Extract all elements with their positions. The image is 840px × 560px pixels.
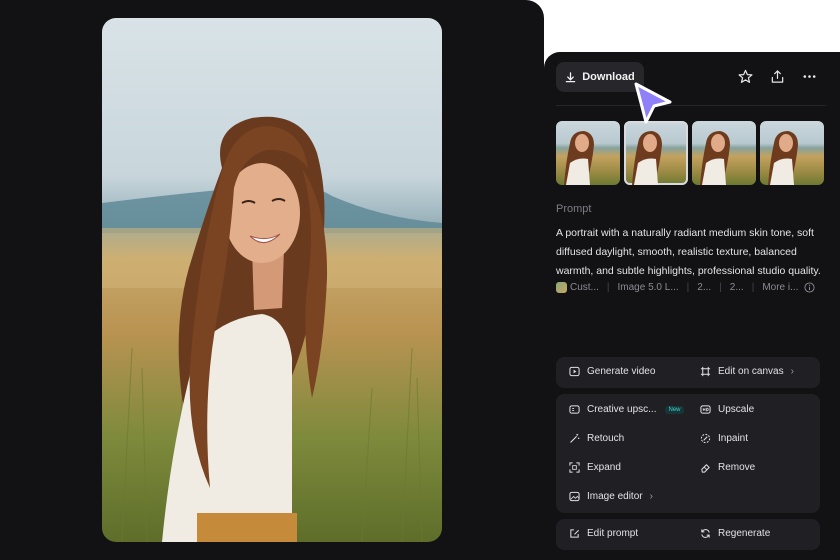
expand-button[interactable]: Expand	[569, 462, 621, 473]
image-editor-button[interactable]: Image editor ›	[569, 491, 653, 502]
new-badge: New	[665, 405, 684, 414]
share-button[interactable]	[768, 67, 786, 85]
edit-on-canvas-label: Edit on canvas	[718, 366, 784, 377]
portrait-illustration	[102, 116, 442, 542]
refresh-icon	[701, 529, 710, 538]
inpaint-icon	[700, 433, 711, 444]
more-button[interactable]	[800, 67, 818, 85]
creative-upscale-icon	[569, 405, 580, 414]
meta-separator: |	[751, 282, 755, 293]
chevron-right-icon: ›	[649, 491, 653, 502]
meta-model: Image 5.0 L...	[617, 282, 679, 293]
generated-image[interactable]	[102, 18, 442, 542]
more-icon	[803, 74, 815, 78]
retouch-label: Retouch	[587, 433, 625, 444]
regenerate-label: Regenerate	[718, 528, 771, 539]
regenerate-button[interactable]: Regenerate	[700, 528, 770, 539]
creative-upscale-label: Creative upsc...	[587, 404, 657, 415]
generate-video-button[interactable]: Generate video	[569, 366, 655, 377]
star-icon	[738, 69, 752, 83]
expand-label: Expand	[587, 462, 621, 473]
expand-icon	[569, 462, 580, 473]
edit-prompt-label: Edit prompt	[587, 528, 639, 539]
thumbnail-image	[564, 131, 594, 185]
thumbnail-2-selected[interactable]	[624, 121, 688, 185]
meta-resolution: 2...	[729, 282, 744, 293]
chevron-right-icon: ›	[790, 366, 794, 377]
image-editor-icon	[569, 491, 580, 502]
play-icon	[569, 366, 580, 377]
creative-upscale-button[interactable]: Creative upsc... New	[569, 404, 684, 415]
magic-wand-icon	[570, 433, 580, 443]
prompt-text: A portrait with a naturally radiant medi…	[556, 227, 821, 277]
action-group-edit: Creative upsc... New Upscale Retouch Inp…	[556, 394, 820, 513]
thumbnail-1[interactable]	[556, 121, 620, 185]
inpaint-label: Inpaint	[718, 433, 749, 444]
remove-label: Remove	[718, 462, 756, 473]
divider	[556, 105, 826, 106]
upscale-label: Upscale	[718, 404, 755, 415]
meta-more-info[interactable]: More i...	[762, 282, 798, 293]
meta-separator: |	[686, 282, 690, 293]
toolbar-icons	[736, 67, 818, 85]
action-group-prompt: Edit prompt Regenerate	[556, 519, 820, 550]
upscale-button[interactable]: Upscale	[700, 404, 754, 415]
thumbnail-3[interactable]	[692, 121, 756, 185]
thumbnail-image	[768, 131, 798, 185]
download-icon	[565, 71, 576, 82]
retouch-button[interactable]: Retouch	[569, 433, 624, 444]
meta-separator: |	[606, 282, 610, 293]
edit-prompt-icon	[570, 529, 579, 538]
image-editor-label: Image editor	[587, 491, 643, 502]
inpaint-button[interactable]: Inpaint	[700, 433, 748, 444]
prompt-label: Prompt	[556, 203, 592, 215]
style-thumbnail-icon	[556, 282, 567, 293]
share-icon	[771, 69, 783, 83]
favorite-button[interactable]	[736, 67, 754, 85]
meta-ratio: 2...	[697, 282, 712, 293]
pointer-cursor-icon	[634, 82, 672, 124]
meta-style: Cust...	[570, 282, 599, 293]
edit-prompt-button[interactable]: Edit prompt	[569, 528, 638, 539]
thumbnail-4[interactable]	[760, 121, 824, 185]
thumbnail-image	[632, 131, 662, 185]
generation-meta: Cust... | Image 5.0 L... | 2... | 2... |…	[556, 282, 830, 293]
action-group-video: Generate video Edit on canvas ›	[556, 357, 820, 388]
meta-separator: |	[719, 282, 722, 293]
download-label: Download	[582, 71, 635, 83]
info-icon[interactable]	[804, 282, 815, 293]
hd-icon	[700, 405, 711, 414]
thumbnail-image	[700, 131, 730, 185]
thumbnail-strip	[556, 121, 824, 185]
remove-button[interactable]: Remove	[700, 462, 755, 473]
generate-video-label: Generate video	[587, 366, 656, 377]
image-preview-card	[0, 0, 544, 560]
details-panel: Download Prompt A portrait with a natura…	[544, 52, 840, 560]
edit-on-canvas-button[interactable]: Edit on canvas ›	[700, 366, 794, 377]
eraser-icon	[701, 464, 710, 473]
canvas-icon	[700, 366, 711, 377]
